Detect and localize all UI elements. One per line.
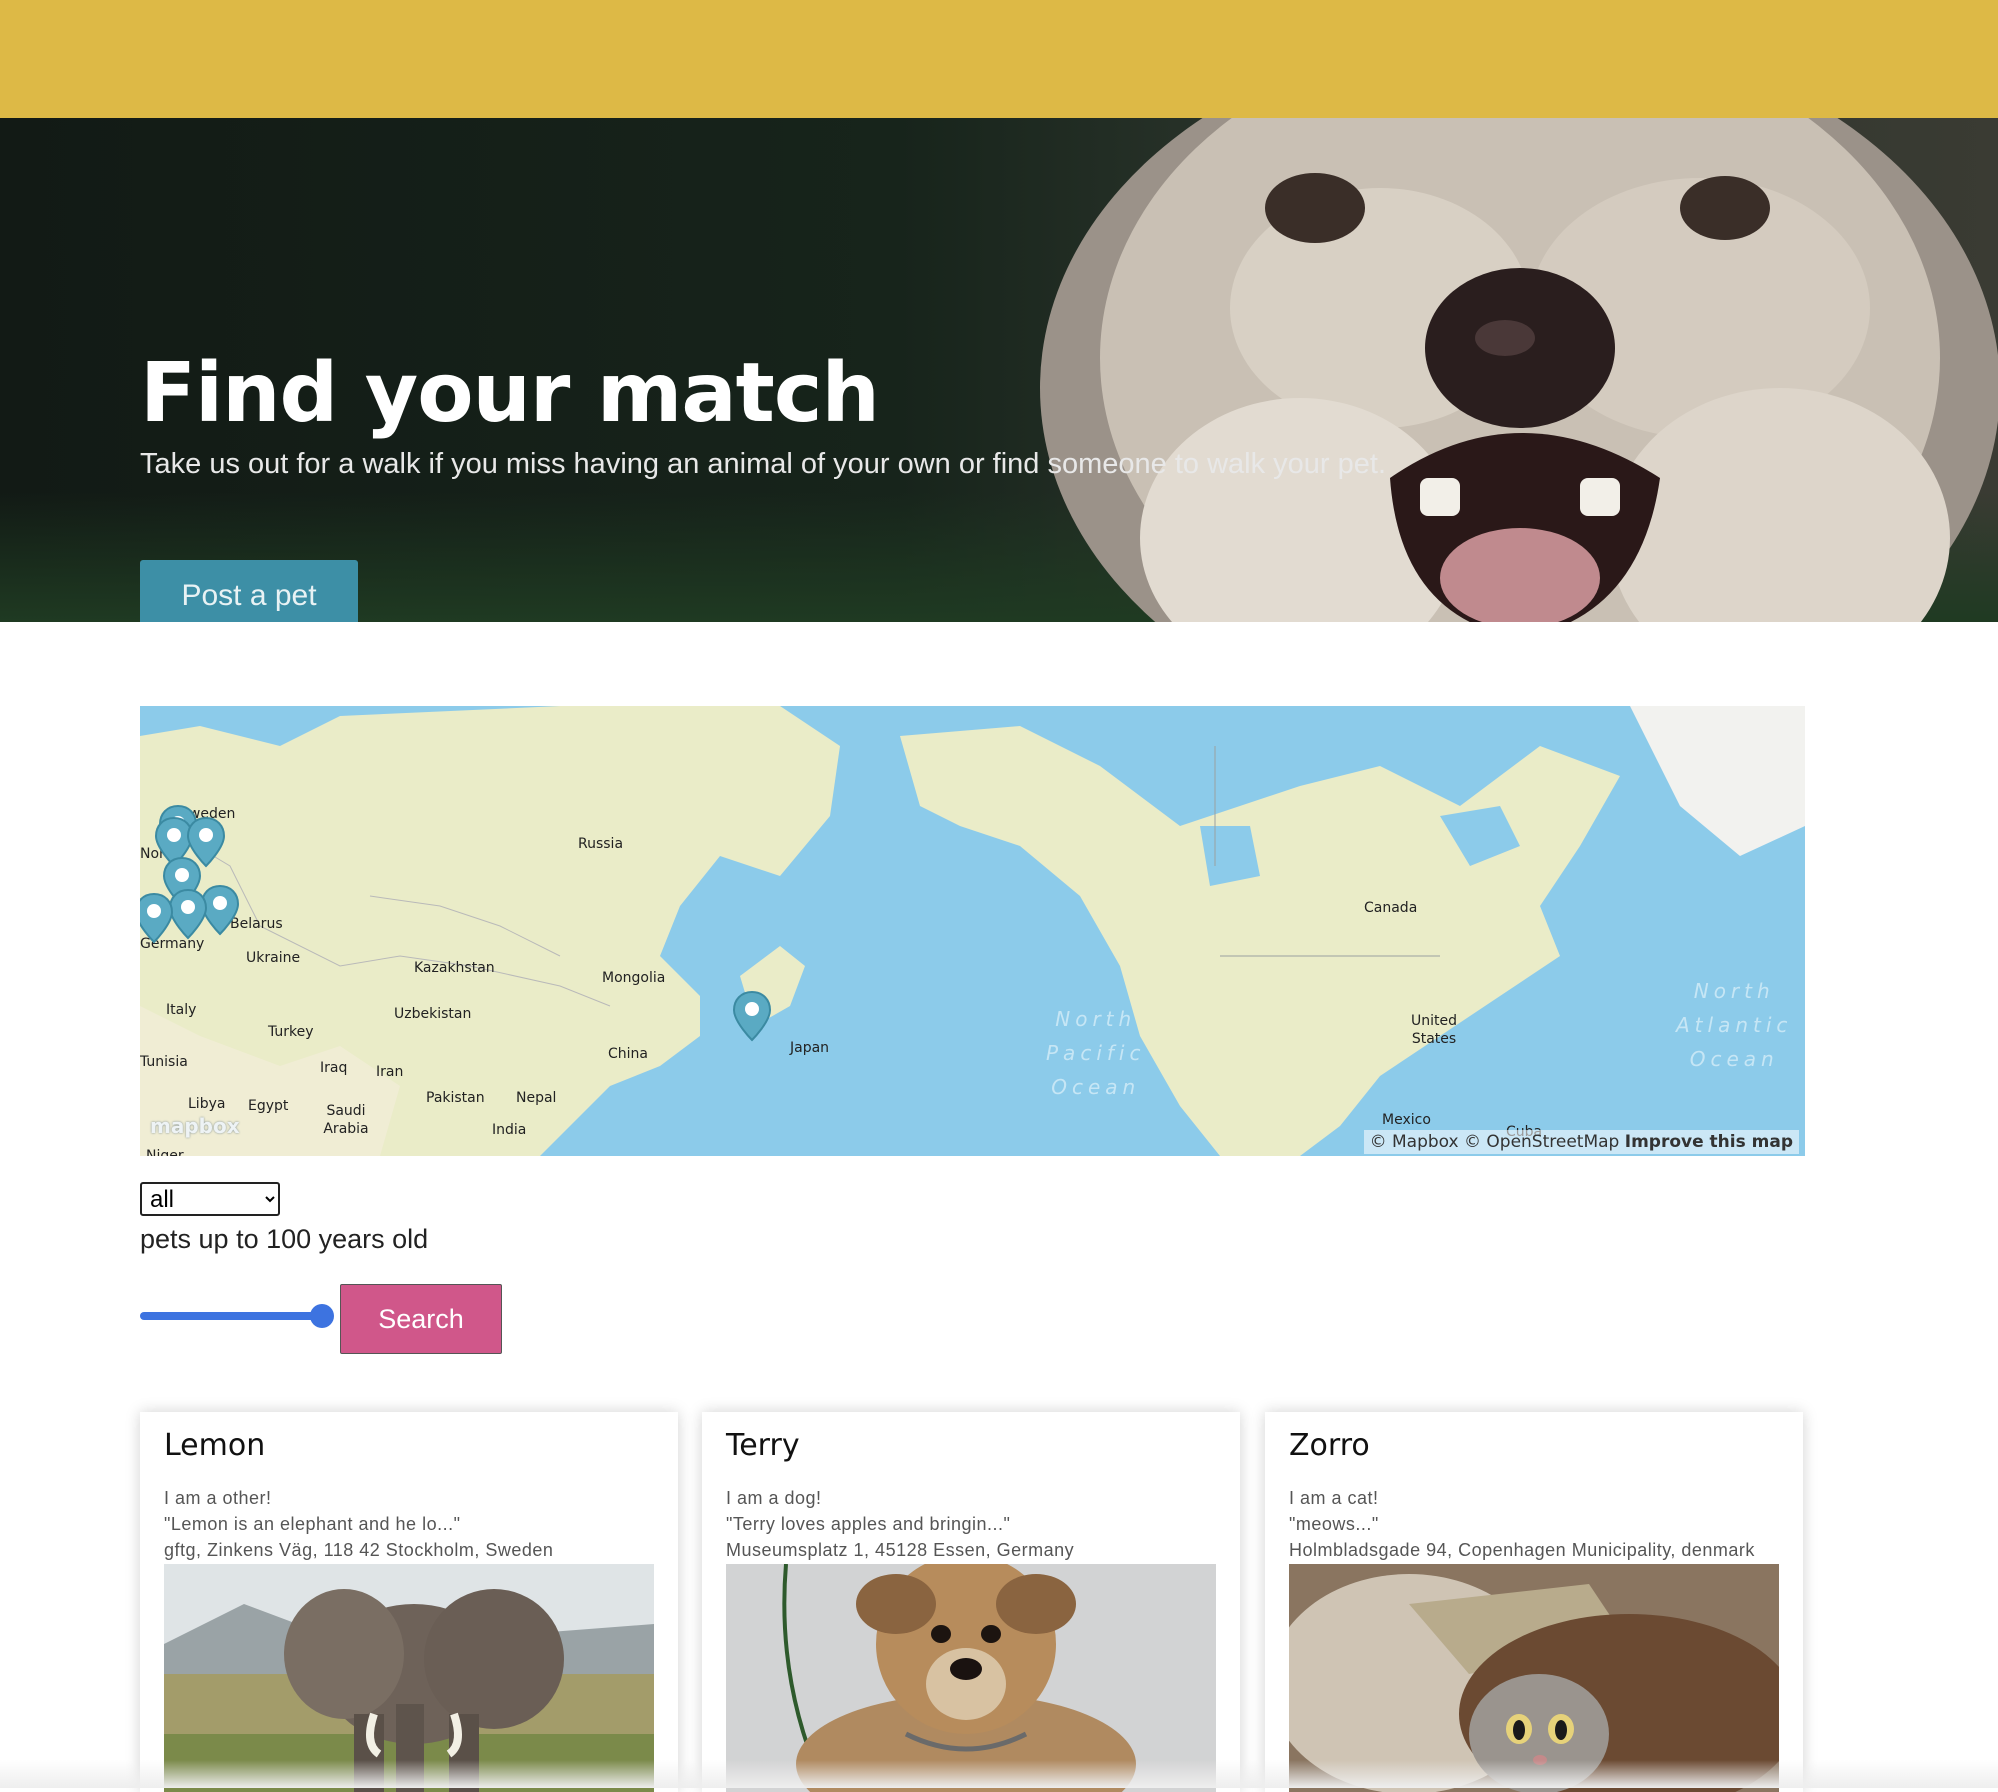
pet-card-description: "Lemon is an elephant and he lo..." [164,1514,461,1534]
pet-card-photo[interactable] [726,1564,1216,1792]
map-marker-icon[interactable] [168,888,208,940]
hero-banner: Find your match Take us out for a walk i… [0,118,1998,622]
pet-card-description: "meows..." [1289,1514,1379,1534]
map-label-ukraine: Ukraine [246,950,301,966]
pet-card-address: Museumsplatz 1, 45128 Essen, Germany [726,1540,1075,1560]
map-label-mongolia: Mongolia [602,970,666,986]
map-label-kazakhstan: Kazakhstan [414,960,495,976]
elephant-photo [164,1564,654,1792]
pet-card-address: gftg, Zinkens Väg, 118 42 Stockholm, Swe… [164,1540,554,1560]
map-label-china: China [608,1046,648,1062]
pet-card-lemon[interactable]: Lemon I am a other! "Lemon is an elephan… [140,1412,678,1792]
pet-card-name[interactable]: Terry [726,1428,800,1463]
map-label-japan: Japan [790,1040,830,1056]
map-label-mexico: Mexico [1382,1112,1431,1128]
map-label-united-states: United States [1411,1013,1457,1047]
map-label-russia: Russia [578,836,624,852]
map-marker-icon[interactable] [140,892,174,944]
map-landmass [140,706,1805,1156]
pet-card-address: Holmbladsgade 94, Copenhagen Municipalit… [1289,1540,1755,1560]
map-label-uzbekistan: Uzbekistan [394,1006,472,1022]
pet-card-type: I am a cat! [1289,1488,1379,1508]
age-slider-handle[interactable] [310,1304,334,1328]
pet-card-photo[interactable] [1289,1564,1779,1792]
map-label-nepal: Nepal [516,1090,557,1106]
mapbox-logo[interactable]: mapbox [150,1114,240,1138]
pet-card-name[interactable]: Lemon [164,1428,265,1463]
pet-card-type: I am a dog! [726,1488,822,1508]
pet-card-description: "Terry loves apples and bringin..." [726,1514,1011,1534]
map-label-iran: Iran [376,1064,404,1080]
map-label-north-atlantic: North Atlantic Ocean [1676,979,1793,1071]
pet-card-zorro[interactable]: Zorro I am a cat! "meows..." Holmbladsga… [1265,1412,1803,1792]
map-label-libya: Libya [188,1096,226,1112]
pet-map[interactable]: Sweden Nor Russia Belarus Germany Ukrain… [140,706,1805,1156]
hero-subtitle: Take us out for a walk if you miss havin… [140,448,1387,480]
map-label-india: India [492,1122,527,1138]
map-label-tunisia: Tunisia [140,1054,188,1070]
pet-card-terry[interactable]: Terry I am a dog! "Terry loves apples an… [702,1412,1240,1792]
top-navbar [0,0,1998,118]
cat-photo [1289,1564,1779,1792]
pet-card-photo[interactable] [164,1564,654,1792]
post-pet-button[interactable]: Post a pet [140,560,358,622]
terrier-photo [726,1564,1216,1792]
pet-card-type: I am a other! [164,1488,272,1508]
map-marker-icon[interactable] [732,990,772,1042]
map-attribution: © Mapbox © OpenStreetMap Improve this ma… [1363,1130,1799,1154]
age-slider-track[interactable] [140,1312,332,1320]
map-label-saudi-arabia: Saudi Arabia [323,1103,369,1137]
mapbox-attribution-link[interactable]: © Mapbox [1370,1132,1459,1152]
map-label-italy: Italy [166,1002,197,1018]
window-bottom-edge [0,1760,1998,1788]
pet-type-select[interactable]: all [140,1182,280,1216]
map-label-north-pacific: North Pacific Ocean [1046,1007,1146,1099]
map-label-egypt: Egypt [248,1098,289,1114]
pet-card-name[interactable]: Zorro [1289,1428,1370,1463]
map-label-turkey: Turkey [268,1024,314,1040]
search-button[interactable]: Search [340,1284,502,1354]
hero-title: Find your match [140,346,880,441]
map-label-iraq: Iraq [320,1060,348,1076]
age-filter-label: pets up to 100 years old [140,1224,429,1254]
hero-dog-image [1040,118,1998,622]
map-label-canada: Canada [1364,900,1418,916]
improve-map-link[interactable]: Improve this map [1625,1132,1793,1152]
osm-attribution-link[interactable]: © OpenStreetMap [1464,1132,1619,1152]
map-label-pakistan: Pakistan [426,1090,485,1106]
map-label-niger: Niger [146,1148,184,1156]
